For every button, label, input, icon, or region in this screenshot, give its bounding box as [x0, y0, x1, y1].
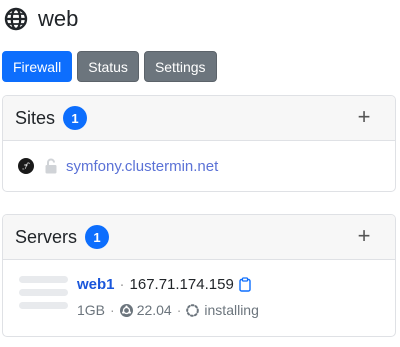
sites-title: Sites	[15, 107, 56, 128]
servers-count-badge: 1	[85, 225, 110, 249]
page: web Firewall Status Settings Sites 1 + s…	[0, 0, 400, 347]
tab-status[interactable]: Status	[77, 51, 139, 82]
add-site-button[interactable]: +	[355, 106, 373, 128]
server-primary-line: web1 · 167.71.174.159	[77, 276, 251, 293]
symfony-icon	[18, 158, 34, 174]
site-domain-link[interactable]: symfony.clustermin.net	[66, 158, 218, 175]
page-header: web	[4, 6, 78, 32]
ubuntu-icon	[119, 303, 133, 317]
servers-title: Servers	[15, 226, 78, 247]
add-server-button[interactable]: +	[355, 225, 373, 247]
tab-settings[interactable]: Settings	[143, 51, 217, 82]
page-title: web	[38, 6, 79, 31]
servers-card-header: Servers 1 +	[3, 215, 395, 260]
site-row: symfony.clustermin.net	[3, 141, 395, 191]
server-thumbnail-bar	[19, 302, 68, 309]
server-status: installing	[204, 302, 259, 318]
server-thumbnail-bar	[19, 289, 68, 296]
server-name-link[interactable]: web1	[77, 276, 115, 293]
sites-list: symfony.clustermin.net	[3, 141, 395, 191]
sites-count-badge: 1	[63, 106, 88, 130]
server-thumbnail-bar	[19, 276, 68, 283]
tab-bar: Firewall Status Settings	[2, 51, 222, 82]
globe-icon	[4, 7, 28, 31]
tab-firewall[interactable]: Firewall	[2, 51, 73, 82]
server-os-version: 22.04	[136, 302, 172, 318]
separator: ·	[110, 302, 115, 318]
unlock-icon	[44, 158, 58, 174]
sites-card-header: Sites 1 +	[3, 96, 395, 141]
sites-card: Sites 1 + symfony.clustermin.net	[2, 95, 396, 192]
clipboard-icon[interactable]	[239, 277, 251, 292]
server-memory: 1GB	[77, 302, 106, 318]
server-meta-line: 1GB · 22.04 · installing	[77, 302, 259, 318]
separator: ·	[119, 276, 125, 293]
spinner-icon	[186, 303, 200, 317]
server-ip: 167.71.174.159	[129, 276, 234, 293]
server-row: web1 · 167.71.174.159 1GB · 22.04 · inst…	[3, 260, 395, 336]
servers-card: Servers 1 + web1 · 167.71.174.159 1GB · …	[2, 214, 396, 337]
separator: ·	[176, 302, 182, 318]
